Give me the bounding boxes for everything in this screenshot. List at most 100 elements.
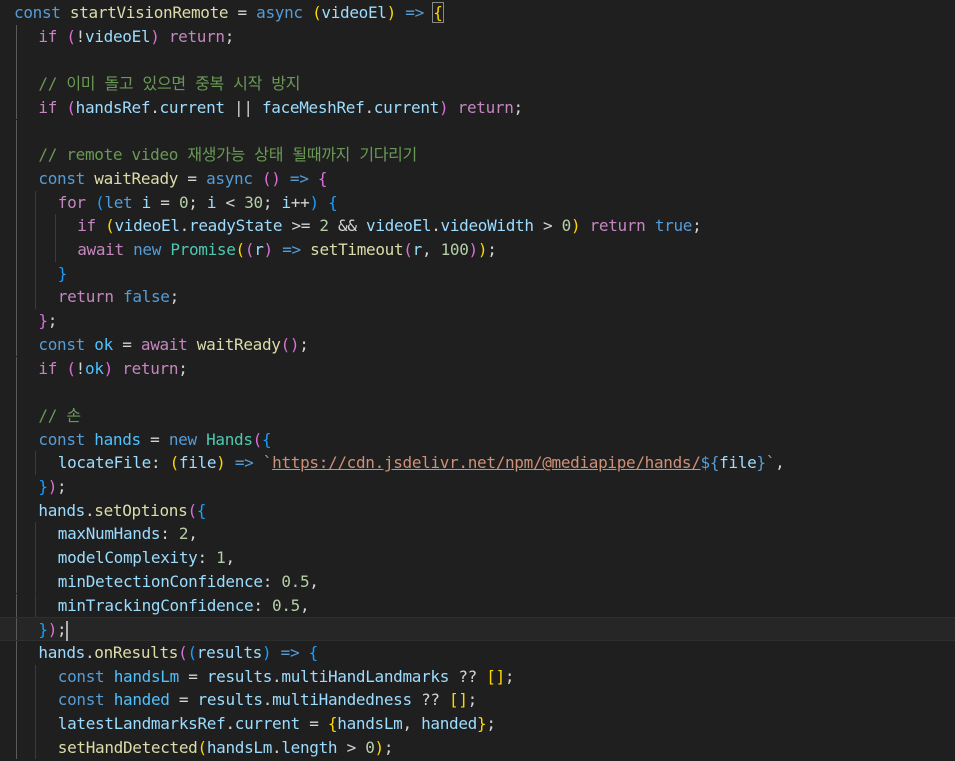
code-line[interactable]: [0, 48, 955, 73]
code-line[interactable]: locateFile: (file) => `https://cdn.jsdel…: [0, 451, 955, 475]
code-token: `: [262, 453, 273, 473]
line-content: return false;: [58, 285, 179, 309]
code-line[interactable]: if (!videoEl) return;: [0, 24, 955, 49]
line-content: minTrackingConfidence: 0.5,: [58, 594, 310, 618]
code-token: =: [150, 192, 179, 212]
code-line[interactable]: hands.setOptions({: [0, 498, 955, 523]
code-token: setTimeout: [310, 240, 404, 259]
code-token: async: [206, 168, 262, 188]
indent-guide: [16, 72, 17, 96]
line-content: });: [38, 618, 69, 642]
code-token: videoEl: [114, 216, 180, 236]
code-token: videoEl: [366, 216, 432, 236]
code-token: ,: [402, 714, 422, 733]
line-content: // 이미 돌고 있으면 중복 시작 방지: [38, 72, 300, 96]
indent-guide: [16, 569, 17, 594]
code-line[interactable]: if (handsRef.current || faceMeshRef.curr…: [0, 95, 955, 120]
code-line[interactable]: setHandDetected(handsLm.length > 0);: [0, 735, 955, 760]
code-line[interactable]: // 이미 돌고 있으면 중복 시작 방지: [0, 72, 955, 96]
code-token: =: [178, 168, 207, 188]
code-token: ok: [94, 334, 113, 354]
code-token: new: [133, 240, 171, 259]
code-line[interactable]: [0, 380, 955, 404]
indent-guide: [16, 664, 17, 689]
code-token: ;: [169, 287, 180, 307]
code-token: (: [187, 500, 197, 520]
code-line[interactable]: if (!ok) return;: [0, 356, 955, 381]
code-token: ,: [421, 240, 441, 259]
code-line[interactable]: modelComplexity: 1,: [0, 546, 955, 570]
code-line[interactable]: const handed = results.multiHandedness ?…: [0, 688, 955, 712]
code-line[interactable]: return false;: [0, 285, 955, 310]
text-cursor: [66, 620, 69, 641]
code-line[interactable]: const handsLm = results.multiHandLandmar…: [0, 664, 955, 689]
code-token: Promise: [170, 240, 236, 259]
code-token: ): [103, 358, 114, 378]
code-line[interactable]: const hands = new Hands({: [0, 427, 955, 452]
code-token: startVisionRemote: [69, 3, 229, 22]
code-token: i: [206, 192, 217, 212]
code-token: 0: [561, 216, 572, 236]
line-content: const waitReady = async () => {: [38, 167, 327, 191]
code-token: (: [197, 737, 208, 757]
code-token: =>: [289, 168, 309, 188]
code-token: 30: [244, 192, 263, 212]
code-token: 2: [319, 216, 329, 236]
code-line[interactable]: minTrackingConfidence: 0.5,: [0, 593, 955, 618]
code-line[interactable]: [0, 119, 955, 144]
code-line[interactable]: });: [0, 475, 955, 499]
code-line[interactable]: });: [0, 617, 955, 641]
code-line[interactable]: };: [0, 309, 955, 333]
code-token: ??: [411, 690, 450, 710]
indent-guide: [35, 664, 37, 689]
code-token: :: [197, 548, 217, 568]
code-token: multiHandedness: [272, 690, 412, 710]
code-line[interactable]: // 손: [0, 403, 955, 428]
code-token: minDetectionConfidence: [57, 571, 263, 591]
code-line[interactable]: await new Promise((r) => setTimeout(r, 1…: [0, 238, 955, 262]
code-token: =>: [234, 453, 254, 473]
code-token: ;: [383, 737, 394, 757]
indent-guide: [16, 522, 17, 547]
code-token: new: [168, 429, 207, 449]
code-token: (: [235, 240, 246, 259]
code-line[interactable]: // remote video 재생가능 상태 될때까지 기다리기: [0, 143, 955, 167]
code-token: maxNumHands: [57, 524, 161, 544]
code-token: }: [38, 311, 48, 331]
code-token: !: [75, 26, 86, 46]
code-token: locateFile: [57, 453, 151, 473]
code-line[interactable]: maxNumHands: 2,: [0, 522, 955, 547]
indent-guide: [35, 190, 37, 215]
indent-guide: [16, 688, 17, 712]
indent-guide: [16, 427, 17, 452]
indent-guide: [16, 735, 17, 760]
code-token: ;: [57, 477, 67, 496]
code-line[interactable]: latestLandmarksRef.current = {handsLm, h…: [0, 712, 955, 736]
code-token: ;: [224, 26, 235, 46]
code-token: current: [234, 714, 301, 733]
code-token: []: [486, 666, 505, 686]
code-token: .: [179, 216, 190, 236]
indent-guide: [16, 24, 17, 49]
code-token: }: [57, 263, 68, 283]
code-line[interactable]: if (videoEl.readyState >= 2 && videoEl.v…: [0, 214, 955, 238]
code-line[interactable]: minDetectionConfidence: 0.5,: [0, 569, 955, 594]
line-content: // 손: [38, 404, 81, 428]
code-token: results: [196, 642, 263, 662]
code-token: handsRef: [75, 97, 151, 117]
code-line[interactable]: hands.onResults((results) => {: [0, 640, 955, 665]
code-editor[interactable]: const startVisionRemote = async (videoEl…: [0, 0, 955, 761]
indent-guide: [16, 403, 17, 428]
code-line[interactable]: const startVisionRemote = async (videoEl…: [0, 1, 955, 25]
indent-guide: [54, 238, 56, 262]
line-content: };: [38, 309, 57, 333]
code-line[interactable]: const ok = await waitReady();: [0, 332, 955, 357]
code-line[interactable]: for (let i = 0; i < 30; i++) {: [0, 190, 955, 215]
code-line[interactable]: const waitReady = async () => {: [0, 166, 955, 191]
code-line[interactable]: }: [0, 261, 955, 286]
code-token: setHandDetected: [57, 737, 198, 757]
code-token: :: [160, 524, 179, 544]
indent-guide: [16, 143, 17, 167]
